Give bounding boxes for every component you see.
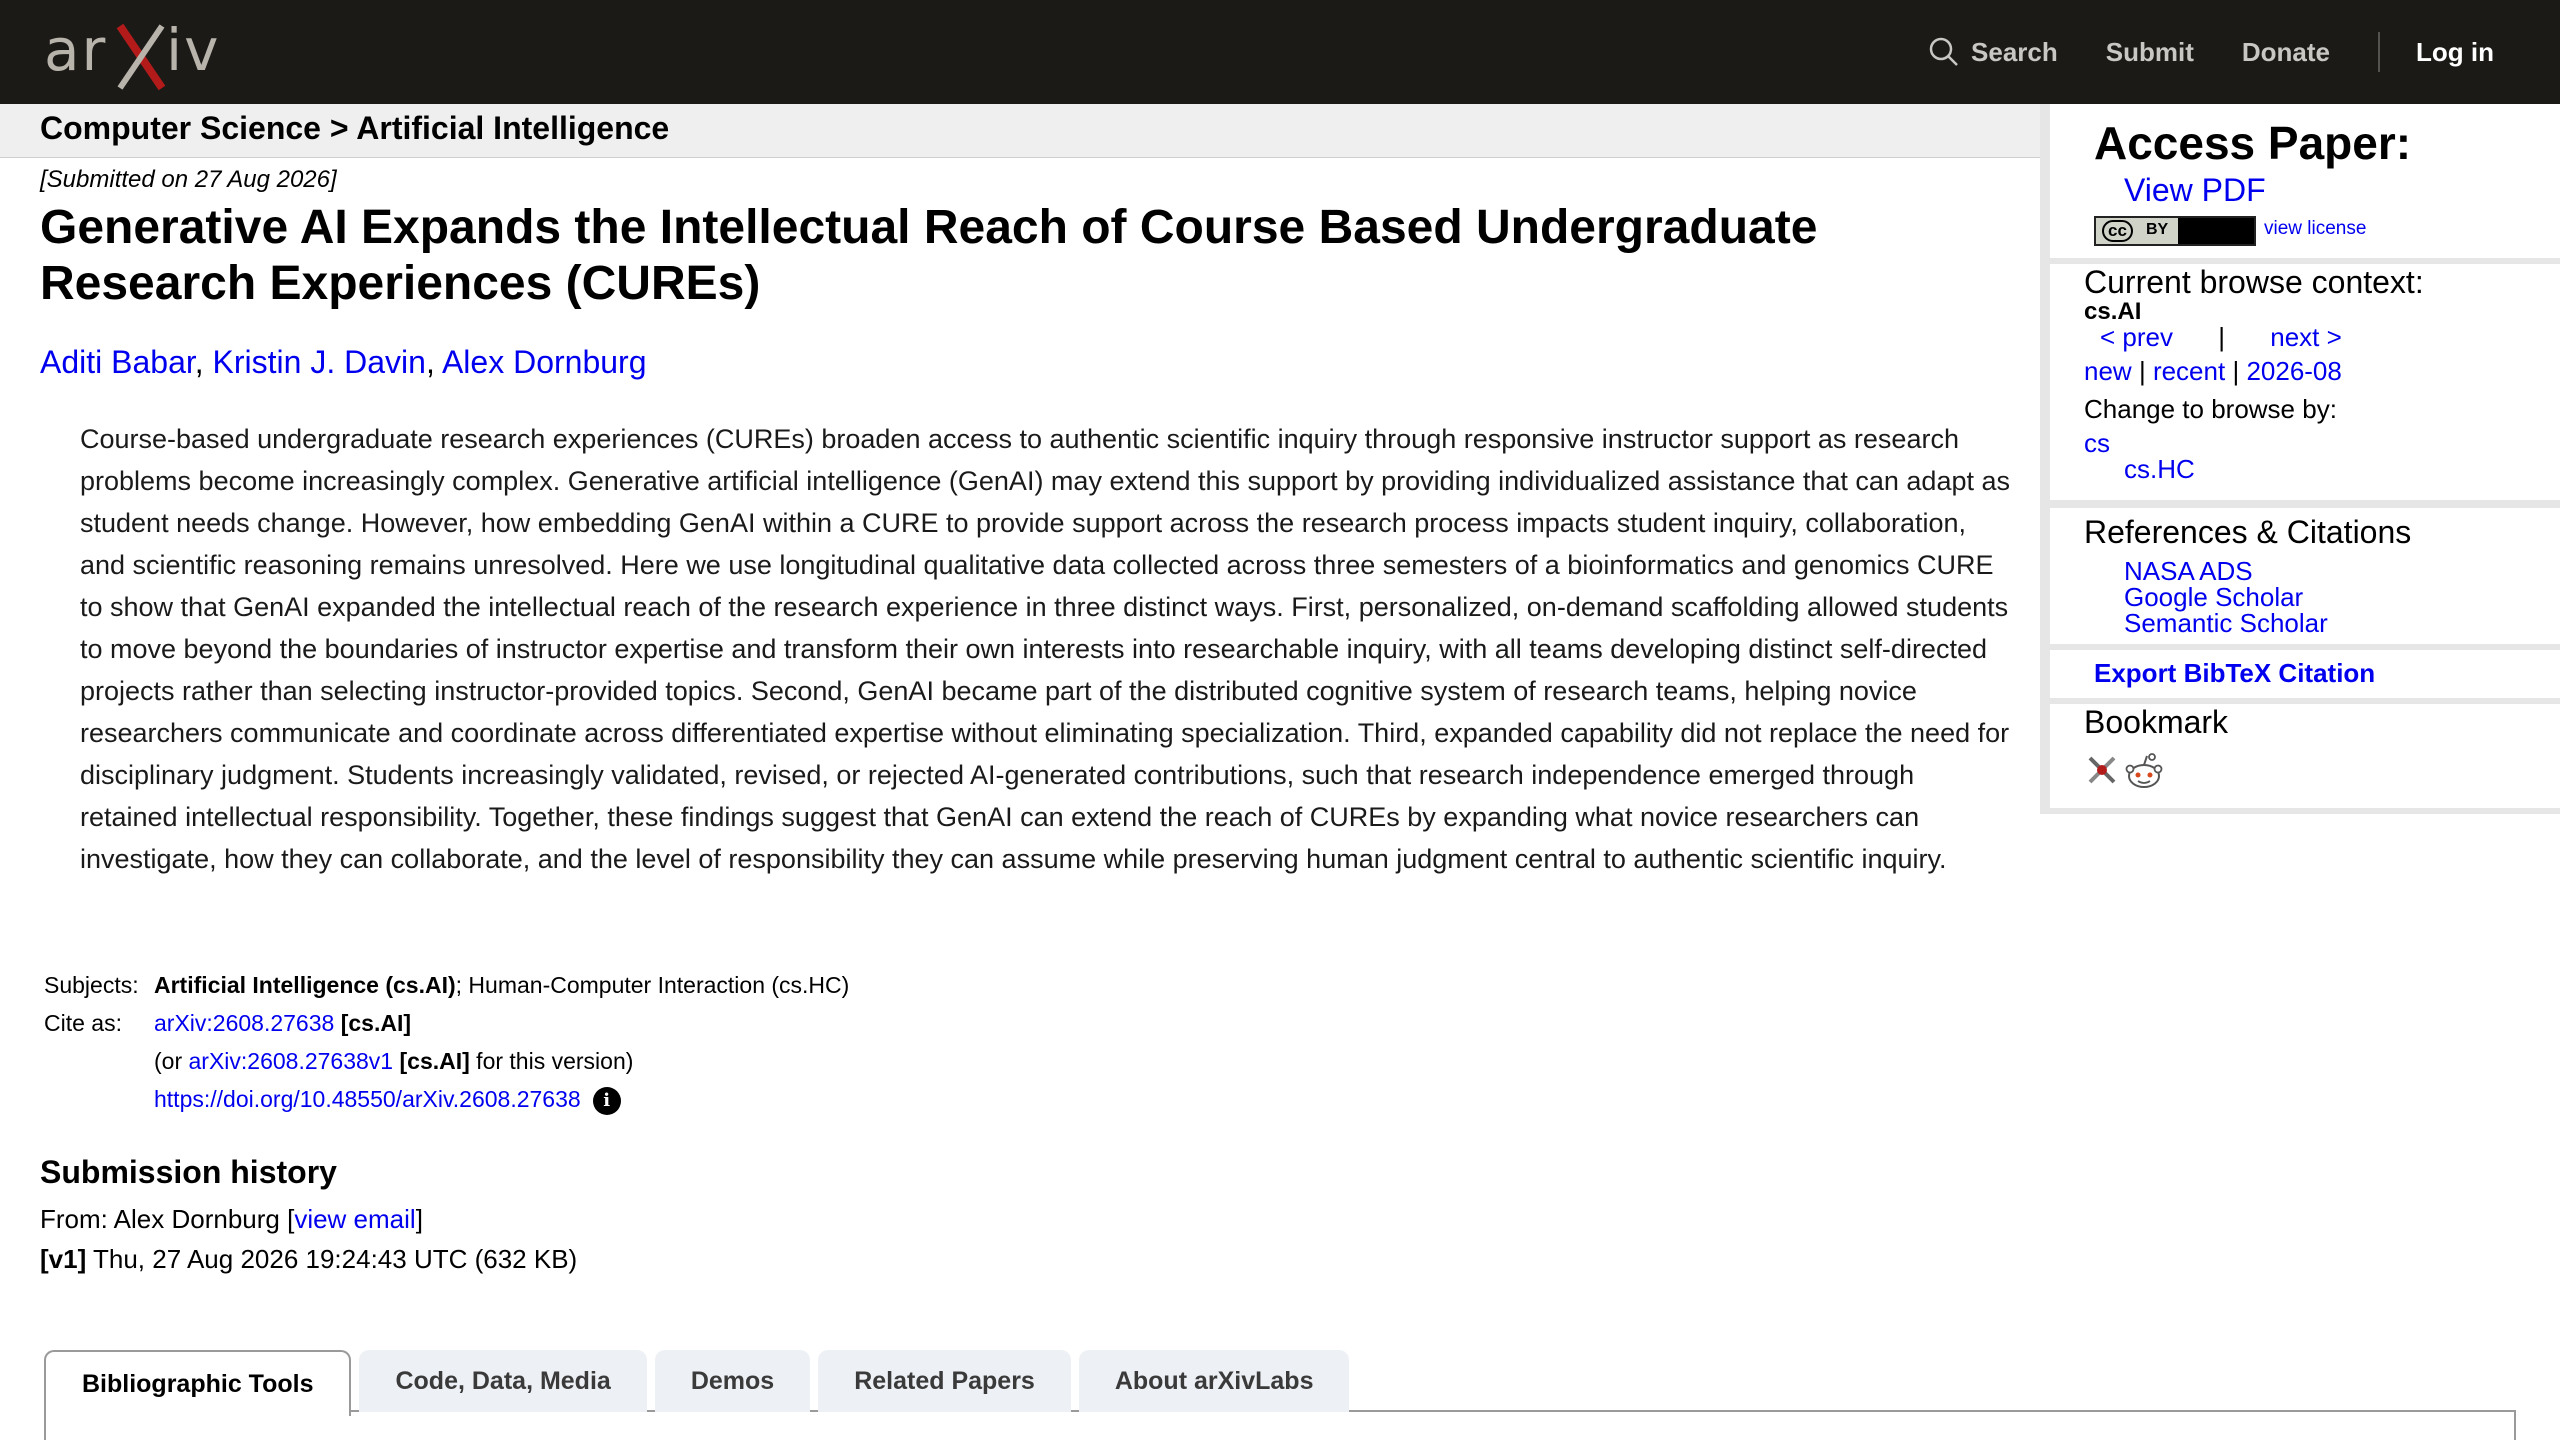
submission-history-heading: Submission history [40,1154,337,1190]
sidebar: Access Paper: View PDF cc BY view licens… [2040,104,2560,814]
search-icon [1929,37,1958,66]
submission-from: From: Alex Dornburg [view email] [40,1204,423,1235]
bibsonomy-icon[interactable] [2084,752,2120,788]
from-suffix: ] [415,1204,423,1234]
references-heading: References & Citations [2084,514,2412,550]
subjects-label: Subjects: [44,972,139,998]
version-id-link[interactable]: arXiv:2608.27638v1 [189,1048,394,1074]
access-paper-box: Access Paper: View PDF cc BY view licens… [2050,104,2560,258]
view-license-link[interactable]: view license [2264,218,2366,240]
submission-date: [Submitted on 27 Aug 2026] [40,166,337,193]
arxiv-logo[interactable]: ar iv [44,12,230,92]
browse-context-box: Current browse context: cs.AI < prev | n… [2050,264,2560,500]
list-separator: | [2138,356,2146,386]
bibtex-box: Export BibTeX Citation [2050,650,2560,698]
nav-divider [2378,32,2381,72]
reddit-icon[interactable] [2124,752,2164,792]
list-separator: | [2232,356,2240,386]
cite-id-link[interactable]: arXiv:2608.27638 [154,1010,334,1036]
nav-donate[interactable]: Donate [2242,37,2330,68]
author-link[interactable]: Kristin J. Davin [213,344,426,380]
bookmark-heading: Bookmark [2084,704,2229,740]
browse-list-row: new | recent | 2026-08 [2084,356,2342,387]
references-box: References & Citations NASA ADS Google S… [2050,508,2560,644]
svg-text:ar: ar [44,16,107,84]
version-prefix: (or [154,1048,189,1074]
version-entry: [v1] Thu, 27 Aug 2026 19:24:43 UTC (632 … [40,1244,577,1275]
info-icon[interactable]: i [592,1086,621,1115]
nav-search-label: Search [1971,36,2058,67]
browse-cs-link[interactable]: cs [2084,428,2110,459]
view-pdf-link[interactable]: View PDF [2124,172,2266,209]
version-category: [cs.AI] [393,1048,470,1074]
tab-bibliographic-tools[interactable]: Bibliographic Tools [44,1350,352,1416]
author-list: Aditi Babar, Kristin J. Davin, Alex Dorn… [40,344,647,380]
abstract: Course-based undergraduate research expe… [80,424,2010,874]
recent-link[interactable]: recent [2153,356,2225,386]
main-nav: Search Submit Donate Log in [1881,0,2494,104]
change-browse-label: Change to browse by: [2084,394,2337,424]
month-link[interactable]: 2026-08 [2246,356,2341,386]
prev-next-row: < prev | next > [2084,322,2342,353]
top-nav-bar: ar iv Search Submit Donate Log in [0,0,2560,104]
bookmark-icons [2084,752,2164,792]
view-email-link[interactable]: view email [294,1204,415,1234]
next-link[interactable]: next > [2270,322,2342,352]
login-link[interactable]: Log in [2416,37,2494,68]
tab-about-arxivlabs[interactable]: About arXivLabs [1078,1350,1350,1412]
author-link[interactable]: Aditi Babar [40,344,195,380]
cite-label: Cite as: [44,1010,122,1036]
prev-next-separator: | [2218,322,2225,352]
breadcrumb: Computer Science > Artificial Intelligen… [0,104,2044,158]
access-paper-heading: Access Paper: [2094,117,2412,169]
nav-submit[interactable]: Submit [2106,37,2194,68]
doi-link[interactable]: https://doi.org/10.48550/arXiv.2608.2763… [154,1086,581,1112]
version-suffix: for this version) [469,1048,634,1074]
secondary-subject: ; Human-Computer Interaction (cs.HC) [455,972,850,998]
nav-search[interactable]: Search [1929,37,2058,68]
browse-context-heading: Current browse context: [2084,264,2424,300]
from-prefix: From: Alex Dornburg [ [40,1204,295,1234]
bookmark-box: Bookmark [2050,704,2560,808]
author-link[interactable]: Alex Dornburg [442,344,647,380]
metadata-table: Subjects: Artificial Intelligence (cs.AI… [40,966,849,1119]
tab-related-papers[interactable]: Related Papers [818,1350,1071,1412]
paper-title: Generative AI Expands the Intellectual R… [40,201,1818,310]
labs-tabs: Bibliographic Tools Code, Data, Media De… [44,1348,1357,1440]
cc-by-license-badge[interactable]: cc BY [2094,216,2256,246]
browse-cshc-link[interactable]: cs.HC [2124,454,2195,485]
export-bibtex-link[interactable]: Export BibTeX Citation [2094,658,2375,689]
cc-icon: cc [2102,220,2133,242]
primary-subject: Artificial Intelligence (cs.AI) [154,972,456,998]
prev-link[interactable]: < prev [2100,322,2173,352]
svg-text:iv: iv [166,16,220,84]
by-label: BY [2146,221,2169,238]
new-link[interactable]: new [2084,356,2132,386]
cite-category: [cs.AI] [334,1010,411,1036]
breadcrumb-text[interactable]: Computer Science > Artificial Intelligen… [40,110,669,147]
semantic-scholar-link[interactable]: Semantic Scholar [2124,608,2328,639]
tab-demos[interactable]: Demos [654,1350,811,1412]
version-label: [v1] [40,1244,87,1274]
tab-code-data-media[interactable]: Code, Data, Media [359,1350,647,1412]
tab-panel-border-right [2514,1410,2516,1440]
version-details: Thu, 27 Aug 2026 19:24:43 UTC (632 KB) [86,1244,578,1274]
